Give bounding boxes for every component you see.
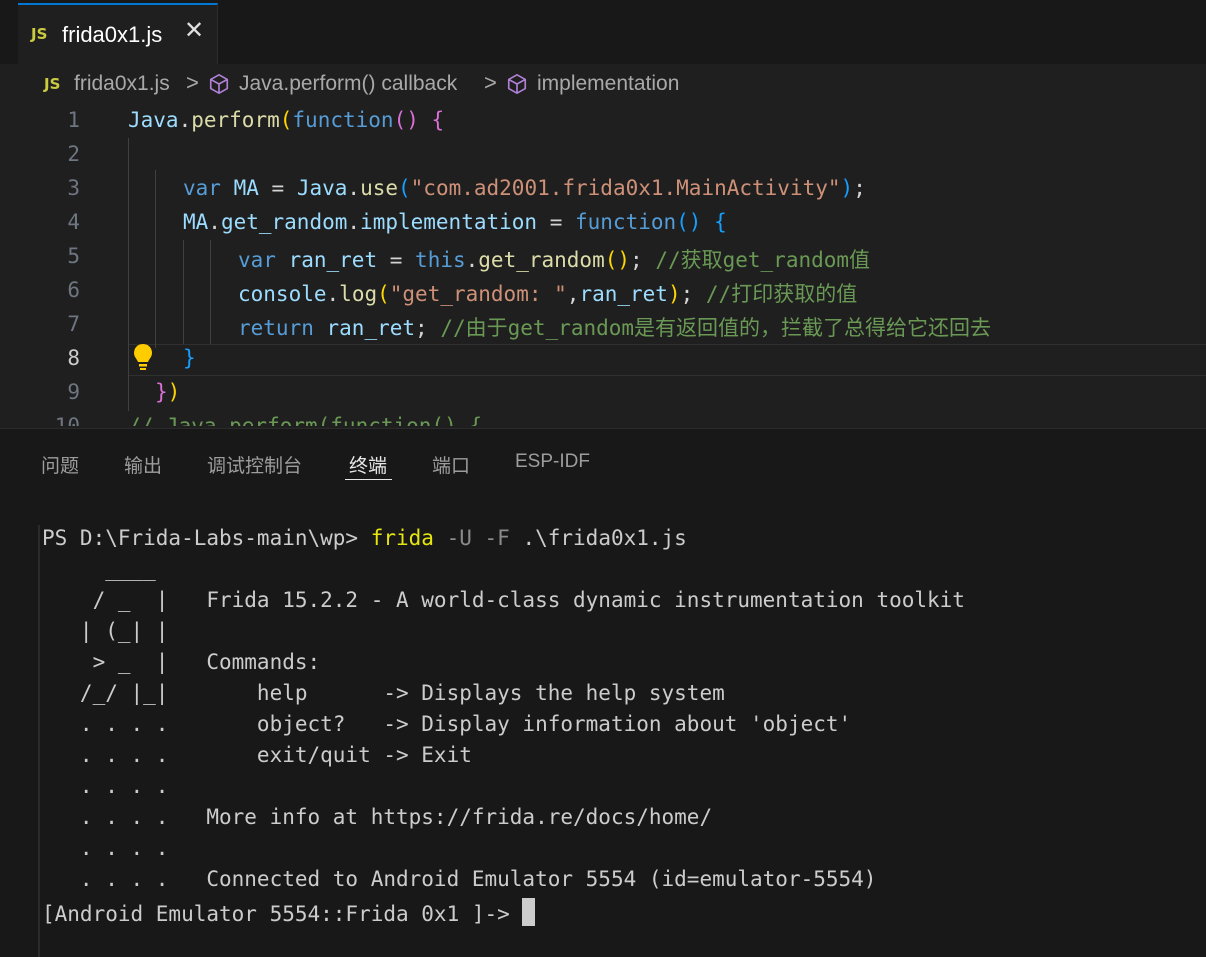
breadcrumb-callback[interactable]: Java.perform() callback bbox=[239, 72, 457, 96]
terminal-banner-line: . . . . bbox=[42, 774, 169, 798]
tab-output[interactable]: 输出 bbox=[124, 451, 162, 478]
tab-ports[interactable]: 端口 bbox=[432, 451, 470, 478]
terminal-banner-line: / _ | Frida 15.2.2 - A world-class dynam… bbox=[42, 588, 965, 612]
tab-label: frida0x1.js bbox=[62, 22, 163, 47]
code-line-2: 2 bbox=[67, 142, 80, 166]
lightbulb-icon[interactable] bbox=[132, 342, 154, 372]
cube-symbol-icon bbox=[209, 74, 229, 94]
code-line-7: 7 return ran_ret; //由于get_random是有返回值的，拦… bbox=[67, 312, 992, 340]
js-file-icon: JS bbox=[44, 75, 61, 93]
code-line-3: 3 var MA = Java.use("com.ad2001.frida0x1… bbox=[67, 176, 866, 200]
tab-esp-idf[interactable]: ESP-IDF bbox=[515, 451, 590, 473]
terminal-banner-line: . . . . Connected to Android Emulator 55… bbox=[42, 867, 877, 891]
tab-problems[interactable]: 问题 bbox=[41, 451, 79, 478]
code-line-5: 5 var ran_ret = this.get_random(); //获取g… bbox=[67, 244, 871, 272]
close-icon[interactable]: ✕ bbox=[184, 19, 204, 43]
terminal-banner-line: /_/ |_| help -> Displays the help system bbox=[42, 681, 725, 705]
terminal-banner-line: > _ | Commands: bbox=[42, 650, 321, 674]
terminal-repl-line: [Android Emulator 5554::Frida 0x1 ]-> bbox=[42, 898, 536, 929]
editor-tab-bar: JS frida0x1.js ✕ bbox=[0, 0, 1206, 65]
code-line-6: 6 console.log("get_random: ",ran_ret); /… bbox=[67, 278, 858, 306]
repl-prompt: [Android Emulator 5554::Frida 0x1 ]-> bbox=[42, 902, 523, 926]
cube-symbol-icon bbox=[507, 74, 527, 94]
code-line-1: 1 Java.perform(function() { bbox=[67, 108, 445, 132]
js-file-icon: JS bbox=[31, 25, 48, 43]
terminal-banner-line: | (_| | bbox=[42, 619, 169, 643]
bottom-panel: 问题 输出 调试控制台 终端 端口 ESP-IDF PS D:\Frida-La… bbox=[0, 428, 1206, 957]
code-editor[interactable]: 1 Java.perform(function() { 2 3 var MA =… bbox=[0, 104, 1206, 426]
terminal-banner-line: . . . . object? -> Display information a… bbox=[42, 712, 852, 736]
terminal-cursor bbox=[522, 898, 536, 926]
breadcrumb-implementation[interactable]: implementation bbox=[537, 72, 679, 96]
code-line-9: 9 }) bbox=[67, 380, 181, 404]
code-line-8: 8 } bbox=[67, 346, 196, 370]
code-line-10: 10 // Java.perform(function() { bbox=[54, 414, 483, 426]
terminal-banner-line: . . . . bbox=[42, 836, 169, 860]
chevron-right-icon: > bbox=[186, 70, 199, 95]
code-line-4: 4 MA.get_random.implementation = functio… bbox=[67, 210, 727, 234]
tab-frida0x1-js[interactable]: JS frida0x1.js ✕ bbox=[18, 3, 218, 64]
tab-debug-console[interactable]: 调试控制台 bbox=[207, 451, 302, 478]
active-tab-indicator bbox=[345, 479, 392, 480]
chevron-right-icon: > bbox=[484, 70, 497, 95]
breadcrumb: JS frida0x1.js > Java.perform() callback… bbox=[0, 64, 1206, 104]
breadcrumb-file[interactable]: frida0x1.js bbox=[74, 72, 170, 96]
terminal-gutter bbox=[38, 525, 40, 957]
tab-terminal[interactable]: 终端 bbox=[349, 451, 387, 478]
terminal-banner-line: . . . . exit/quit -> Exit bbox=[42, 743, 472, 767]
terminal-command-line: PS D:\Frida-Labs-main\wp> frida -U -F .\… bbox=[42, 526, 687, 550]
terminal-banner-line: . . . . More info at https://frida.re/do… bbox=[42, 805, 713, 829]
terminal-banner-line: ____ bbox=[42, 557, 156, 581]
